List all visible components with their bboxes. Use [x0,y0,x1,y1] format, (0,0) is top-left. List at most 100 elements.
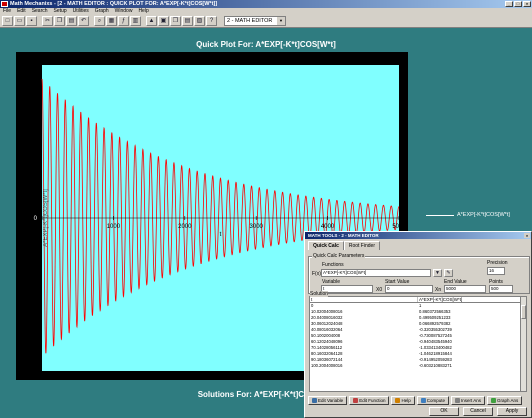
save-icon[interactable]: ▪ [26,16,37,26]
menu-help[interactable]: Help [138,8,148,15]
tab-root-finder[interactable]: Root Finder [343,241,380,250]
maximize-button[interactable]: □ [514,1,522,7]
edit-variable-button[interactable]: Edit Variable [308,396,348,405]
x-tick-label: 1000 [107,224,121,230]
compute-button[interactable]: Compute [416,396,449,405]
graph-ans-button[interactable]: Graph Ans [487,396,523,405]
chevron-down-icon[interactable]: ▼ [277,17,285,25]
ok-button[interactable]: OK [429,407,459,416]
window-icon[interactable]: ▣ [158,16,169,26]
apply-button[interactable]: Apply [497,407,527,416]
solution-table: t A*EXP[-K*t]COS[W*t] 0 1 10.02004008016 0.… [309,296,527,392]
cascade-icon[interactable]: ❒ [170,16,181,26]
function-icon [353,398,359,403]
y-zero-label: 0 [34,216,38,222]
math-tools-dialog: MATH TOOLS - 2 - MATH EDITOR × Quick Cal… [304,231,532,418]
solution-label: Solution [310,291,329,297]
new-file-icon[interactable]: □ [2,16,13,26]
x-tick-label: 3000 [250,224,264,230]
undo-icon[interactable]: ↶ [78,16,89,26]
menu-utilities[interactable]: Utilities [73,8,89,15]
start-value-input[interactable]: 0 [385,285,433,293]
action-buttons: Edit Variable Edit Function Help Compute… [308,396,523,405]
toolbar: □ ▭ ▪ ✂ ❐ ▤ ↶ ⌕ ▦ ƒ ▥ ▲ ▣ ❒ ▤ ▨ ? 2 - MA… [0,15,532,28]
cell-value: -0.603210883271 [419,363,452,368]
x-tick-label: 2000 [178,224,192,230]
graph-icon [491,398,496,403]
graph-ans-label: Graph Ans [497,398,519,403]
copy-icon[interactable]: ❐ [54,16,65,26]
x-tick-label: 5000 [392,224,406,230]
function-input[interactable]: A*EXP[-K*t]COS[W*t] [321,269,431,277]
edit-variable-label: Edit Variable [318,398,344,403]
compute-label: Compute [426,398,445,403]
app-title-bar: Math Mechanixs - [2 - MATH EDITOR : QUIC… [0,0,532,8]
help-icon[interactable]: ? [206,16,217,26]
y-axis-label: A*EXP[-K*t]COS[W*t] [43,189,49,247]
x0-label: X0 [376,287,383,293]
menu-search[interactable]: Search [32,8,48,15]
menu-bar: File Edit Search Setup Utilities Graph W… [0,8,532,15]
window-title: Math Mechanixs - [2 - MATH EDITOR : QUIC… [10,1,218,7]
menu-edit[interactable]: Edit [17,8,26,15]
plot-title: Quick Plot For: A*EXP[-K*t]COS[W*t] [196,40,336,49]
function-dropdown-icon[interactable]: ▼ [433,269,442,277]
close-button[interactable]: × [523,1,531,7]
precision-label: Precision [487,260,508,266]
precision-input[interactable]: 16 [487,267,505,275]
scrollbar-thumb[interactable] [521,305,526,319]
fx-label: F(x) [312,271,321,277]
xn-label: Xn [435,287,442,293]
params-group-label: Quick Calc Parameters [312,253,366,259]
dialog-close-icon[interactable]: × [524,233,530,238]
dialog-title: MATH TOOLS - 2 - MATH EDITOR [308,233,379,238]
print-icon[interactable]: ▨ [194,16,205,26]
help-icon [395,398,401,403]
help-button[interactable]: Help [391,396,415,405]
compute-icon [420,398,426,403]
cut-icon[interactable]: ✂ [42,16,53,26]
window-select-value: 2 - MATH EDITOR [227,18,273,24]
minimize-button[interactable]: _ [505,1,513,7]
dialog-buttons: OK Cancel Apply [429,407,527,416]
tab-quick-calc[interactable]: Quick Calc [308,241,344,250]
tile-icon[interactable]: ▤ [182,16,193,26]
edit-function-button[interactable]: Edit Function [349,396,390,405]
functions-label: Functions [322,262,344,268]
solution-scrollbar[interactable] [520,297,526,391]
paste-icon[interactable]: ▤ [66,16,77,26]
points-input[interactable]: 500 [489,285,513,293]
find-icon[interactable]: ⌕ [94,16,105,26]
column-header-t[interactable]: t [310,297,418,302]
variable-icon [312,398,317,403]
dialog-title-bar: MATH TOOLS - 2 - MATH EDITOR × [305,232,531,239]
graph-icon[interactable]: ▲ [146,16,157,26]
matrix-icon[interactable]: ▥ [130,16,141,26]
menu-file[interactable]: File [3,8,11,15]
window-select[interactable]: 2 - MATH EDITOR ▼ [224,16,286,26]
help-label: Help [401,398,411,403]
cancel-button[interactable]: Cancel [463,407,493,416]
edit-function-label: Edit Function [359,398,386,403]
variable-select[interactable]: t [321,285,373,293]
x-tick-label: 4000 [321,224,335,230]
menu-setup[interactable]: Setup [54,8,67,15]
insert-icon [454,398,460,403]
end-value-input[interactable]: 5000 [444,285,486,293]
calculator-icon[interactable]: ▦ [106,16,117,26]
insert-ans-label: Insert Ans [460,398,481,403]
menu-graph[interactable]: Graph [95,8,109,15]
menu-window[interactable]: Window [115,8,133,15]
legend: A*EXP[-K*t]COS[W*t] [426,209,532,221]
open-folder-icon[interactable]: ▭ [14,16,25,26]
dialog-tabs: Quick Calc Root Finder [308,241,528,250]
legend-label: A*EXP[-K*t]COS[W*t] [457,212,510,218]
insert-ans-button[interactable]: Insert Ans [450,396,485,405]
function-edit-icon[interactable]: ✎ [444,269,453,277]
cell-t: 100.2004008016 [311,363,343,368]
column-header-function[interactable]: A*EXP[-K*t]COS[W*t] [418,297,526,302]
table-row[interactable]: 100.2004008016 -0.603210883271 [310,363,526,369]
function-icon[interactable]: ƒ [118,16,129,26]
legend-line [426,214,454,216]
app-icon [1,1,8,7]
